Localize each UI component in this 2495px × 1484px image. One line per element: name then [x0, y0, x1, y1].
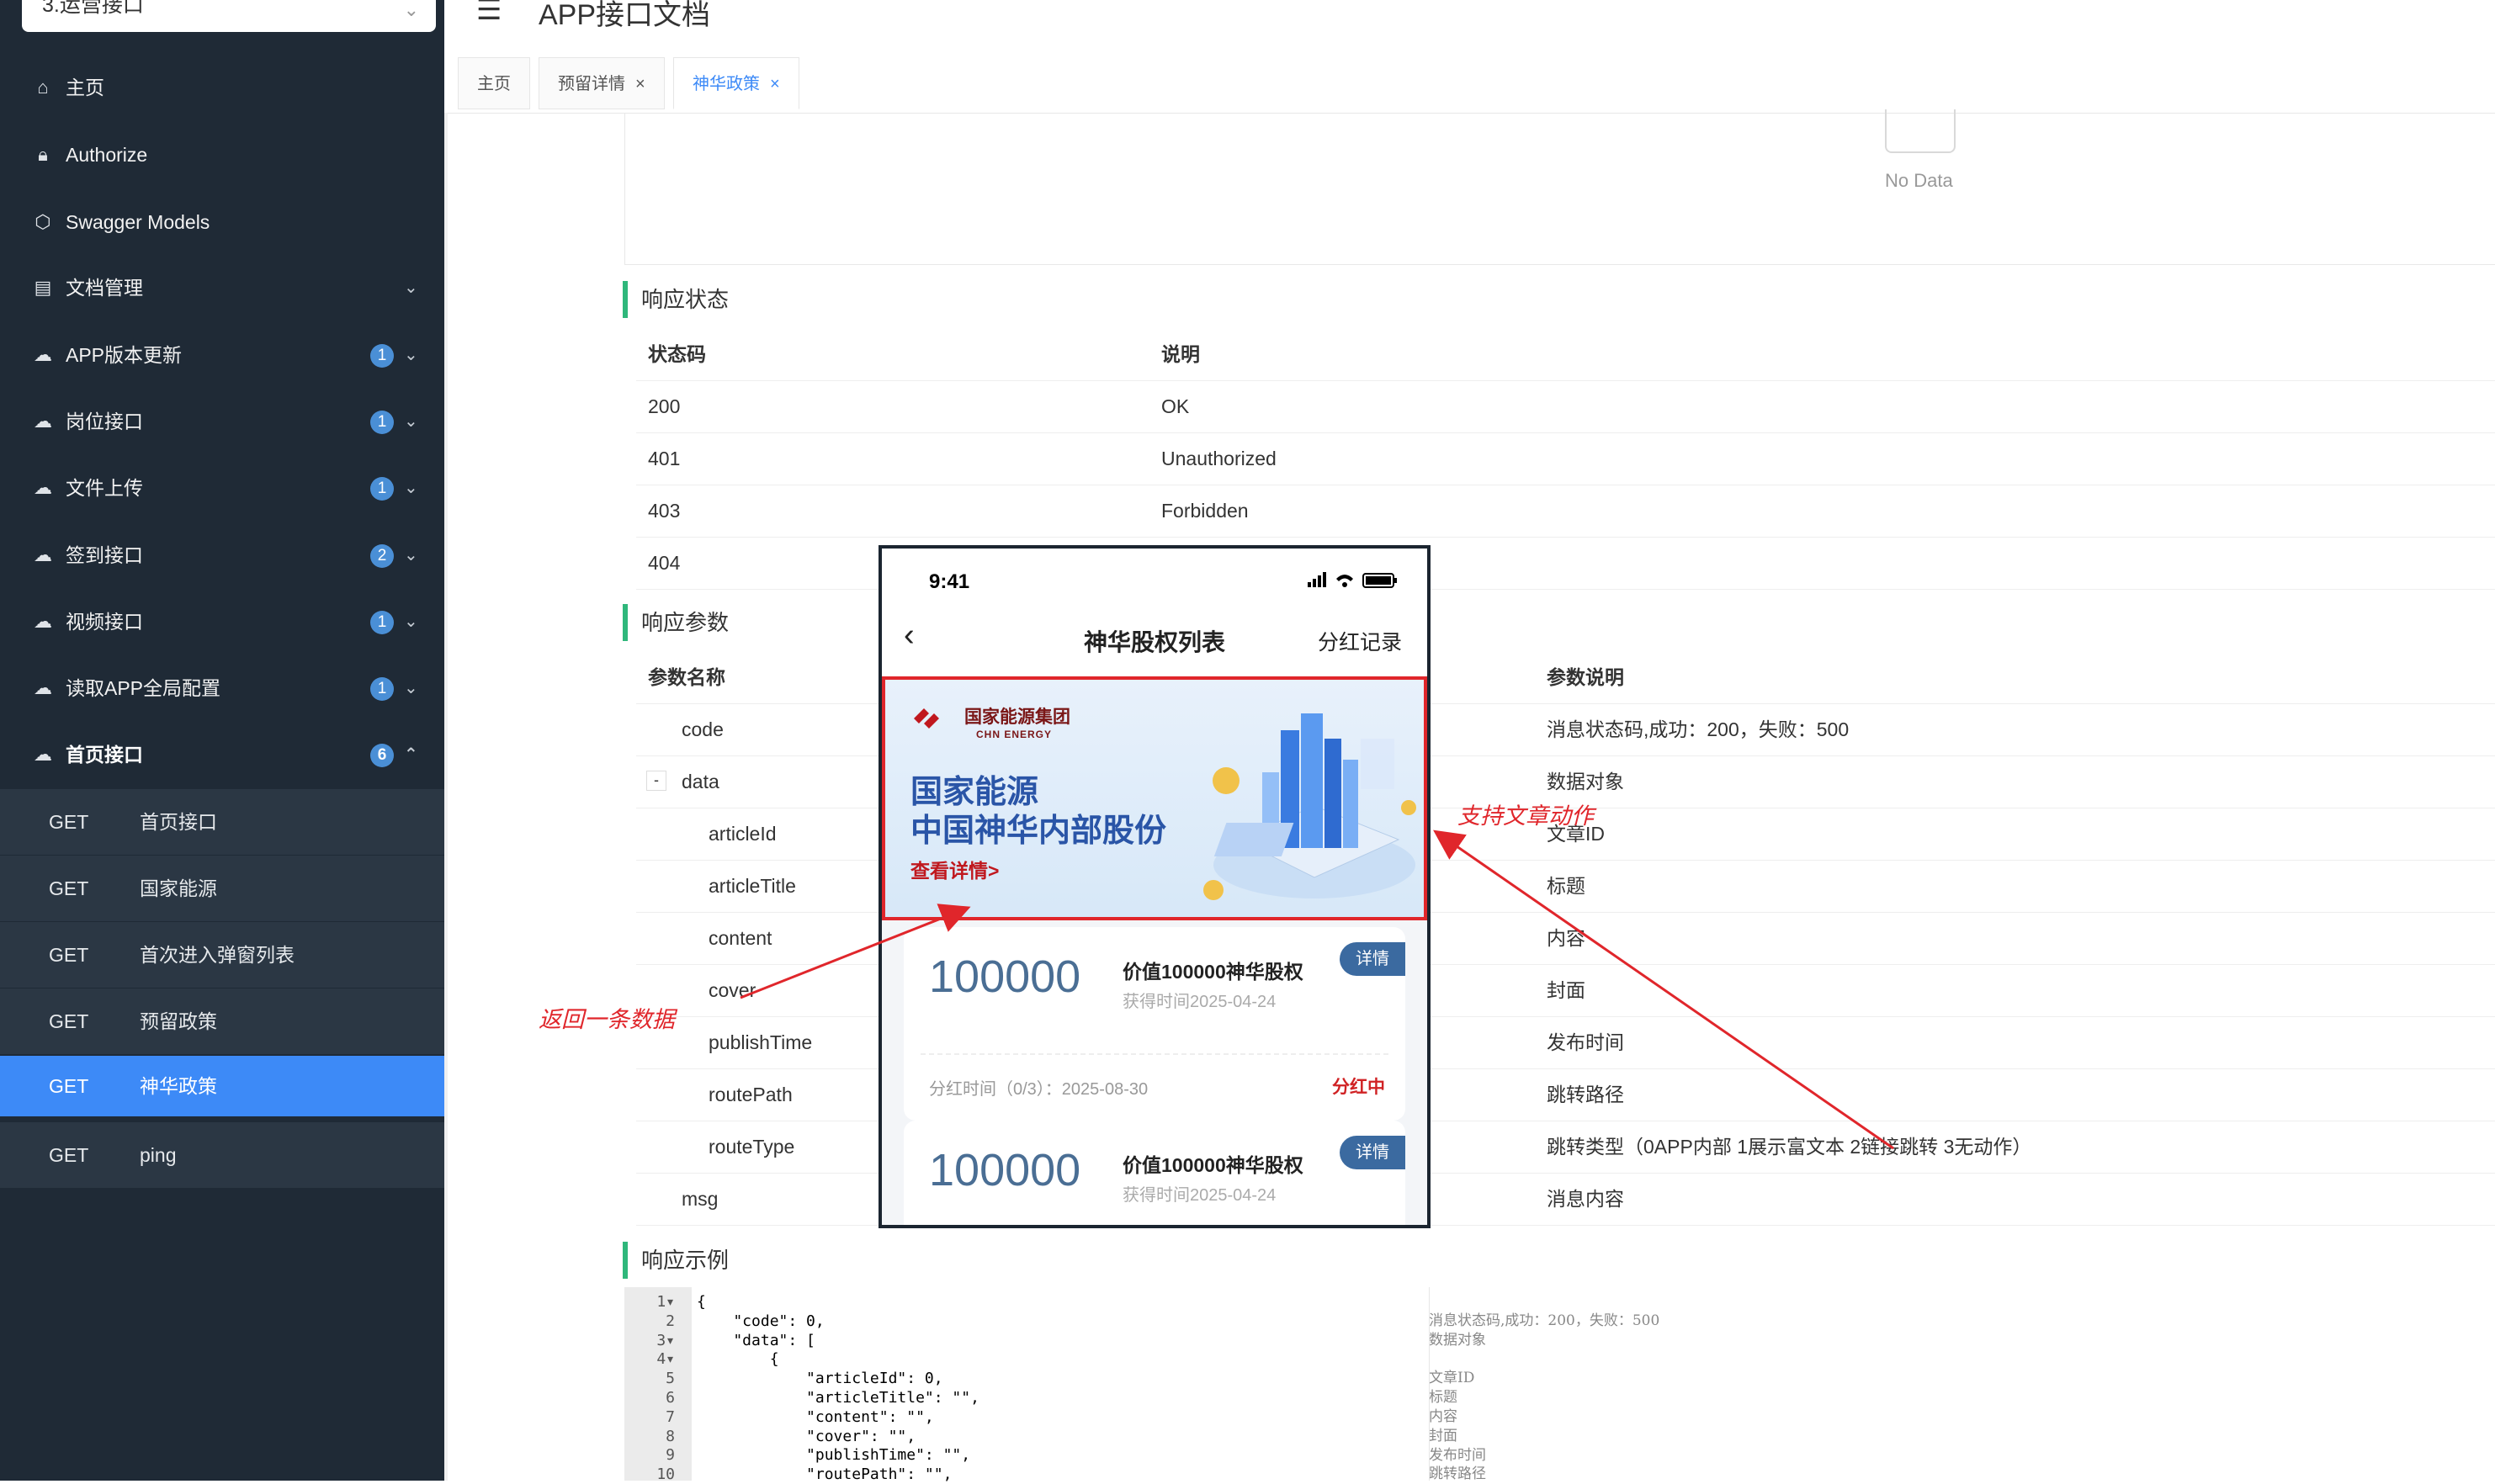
- arrow-right: [1433, 829, 1894, 1150]
- arrow-left: [740, 904, 971, 999]
- annotation-arrows: [740, 829, 1894, 1150]
